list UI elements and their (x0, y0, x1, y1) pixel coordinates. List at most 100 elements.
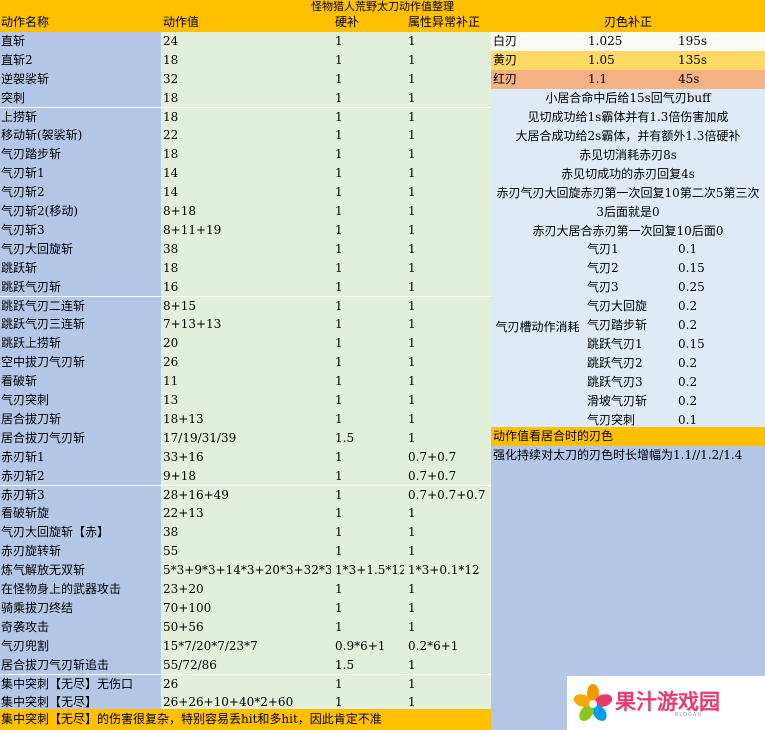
hitzone-mod: 1 (331, 88, 404, 108)
hitzone-mod: 1 (331, 523, 404, 543)
gauge-row: 跳跃气刃2 0.2 (491, 354, 765, 373)
motion-name: 赤刃斩1 (0, 447, 161, 467)
table-row: 气刃斩2 14 1 1 (0, 183, 491, 202)
table-row: 直斩 24 1 1 (0, 31, 491, 51)
hitzone-mod: 0.9*6+1 (331, 636, 404, 656)
motion-value: 14 (161, 164, 331, 184)
motion-name: 气刃斩2(移动) (0, 202, 161, 221)
gauge-move-name: 跳跃气刃2 (587, 356, 643, 370)
gauge-move-cost: 0.15 (678, 261, 705, 275)
motion-value: 28+16+49 (161, 485, 331, 505)
motion-value: 18 (161, 145, 331, 165)
table-row: 骑乘拔刀终结 70+100 1 1 (0, 598, 491, 618)
status-mod: 1 (404, 126, 491, 146)
motion-name: 跳跃气刃斩 (0, 277, 161, 297)
table-row: 气刃突刺 13 1 1 (0, 391, 491, 410)
table-row: 赤刃旋转斩 55 1 1 (0, 542, 491, 562)
hitzone-mod: 1 (331, 239, 404, 259)
notes-list: 小居合命中后给15s回气刃buff 见切成功给1s霸体并有1.3倍伤害加成 大居合成… (491, 89, 765, 241)
hitzone-mod: 1.5 (331, 655, 404, 675)
blade-color-header: 刃色补正 (491, 13, 765, 32)
status-mod: 1 (404, 69, 491, 89)
blade-duration: 195s (678, 34, 708, 48)
hitzone-mod: 1 (331, 145, 404, 165)
table-row: 气刃斩1 14 1 1 (0, 164, 491, 184)
motion-value: 18 (161, 88, 331, 108)
motion-name: 移动斩(袈裟斩) (0, 126, 161, 146)
note-item: 赤见切消耗赤刃8s (579, 148, 677, 162)
motion-value: 50+56 (161, 617, 331, 637)
motion-name: 空中拔刀气刃斩 (0, 353, 161, 373)
hitzone-mod: 1 (331, 372, 404, 391)
motion-name: 奇袭攻击 (0, 617, 161, 637)
blade-name: 白刃 (493, 34, 518, 48)
status-mod: 1 (404, 372, 491, 391)
motion-name: 赤刃旋转斩 (0, 542, 161, 562)
motion-name: 赤刃斩2 (0, 466, 161, 486)
table-row: 气刃斩3 8+11+19 1 1 (0, 220, 491, 240)
gauge-row: 气刃踏步斩 0.2 (491, 316, 765, 335)
gauge-row: 跳跃气刃3 0.2 (491, 373, 765, 392)
table-row: 看破斩 11 1 1 (0, 372, 491, 391)
motion-value: 18 (161, 258, 331, 278)
hitzone-mod: 1 (331, 69, 404, 89)
hitzone-mod: 1 (331, 183, 404, 202)
motion-value: 22+13 (161, 504, 331, 524)
motion-name: 气刃兜割 (0, 636, 161, 656)
motion-value: 55/72/86 (161, 655, 331, 675)
motion-value: 9+18 (161, 466, 331, 486)
status-mod: 1 (404, 655, 491, 675)
hitzone-mod: 1 (331, 447, 404, 467)
motion-name: 看破斩 (0, 372, 161, 391)
motion-name: 气刃突刺 (0, 391, 161, 410)
motion-name: 居合拔刀气刃斩追击 (0, 655, 161, 675)
motion-value: 8+18 (161, 202, 331, 221)
gauge-move-name: 气刃3 (587, 280, 619, 294)
status-mod: 1 (404, 542, 491, 562)
hitzone-mod: 1 (331, 258, 404, 278)
hitzone-mod: 1*3+1.5*12 (331, 561, 407, 580)
gauge-move-cost: 0.1 (678, 242, 698, 256)
gauge-move-name: 气刃1 (587, 242, 619, 256)
motion-name: 气刃大回旋斩【赤】 (0, 523, 161, 543)
motion-value: 20 (161, 334, 331, 354)
hitzone-mod: 1 (331, 617, 404, 637)
spirit-gauge-cost-table: 气刃槽动作消耗 气刃1 0.1 气刃2 0.15 气刃3 0.25 气刃大回旋 0.2 气刃踏步… (491, 240, 765, 430)
table-row: 奇袭攻击 50+56 1 1 (0, 617, 491, 637)
table-row: 上捞斩 18 1 1 (0, 107, 491, 127)
motion-name: 看破斩旋 (0, 504, 161, 524)
table-row: 看破斩旋 22+13 1 1 (0, 504, 491, 524)
hitzone-mod: 1 (331, 296, 404, 316)
hitzone-mod: 1 (331, 31, 404, 51)
status-mod: 1 (404, 258, 491, 278)
blade-duration: 45s (678, 72, 700, 86)
motion-name: 直斩 (0, 31, 161, 51)
motion-name: 直斩2 (0, 50, 161, 70)
motion-name: 跳跃上捞斩 (0, 334, 161, 354)
hitzone-mod: 1.5 (331, 428, 404, 448)
blade-duration: 135s (678, 53, 708, 67)
hitzone-mod: 1 (331, 598, 404, 618)
hitzone-mod-header: 硬补 (331, 13, 404, 32)
motion-value: 18 (161, 50, 331, 70)
motion-name: 跳跃气刃二连斩 (0, 296, 161, 316)
motion-name: 突刺 (0, 88, 161, 108)
motion-name: 气刃斩3 (0, 220, 161, 240)
status-mod: 1 (404, 598, 491, 618)
status-mod: 1*3+0.1*12 (404, 561, 491, 580)
hitzone-mod: 1 (331, 126, 404, 146)
gauge-move-name: 跳跃气刃1 (587, 337, 643, 351)
gauge-move-name: 气刃2 (587, 261, 619, 275)
table-row: 居合拔刀斩 18+13 1 1 (0, 409, 491, 429)
table-row: 赤刃斩1 33+16 1 0.7+0.7 (0, 447, 491, 467)
table-row: 居合拔刀气刃斩 17/19/31/39 1.5 1 (0, 428, 491, 448)
table-row: 逆袈裟斩 32 1 1 (0, 69, 491, 89)
gauge-row: 气刃3 0.25 (491, 278, 765, 297)
motion-name: 在怪物身上的武器攻击 (0, 580, 161, 599)
hitzone-mod: 1 (331, 315, 404, 335)
table-row: 直斩2 18 1 1 (0, 50, 491, 70)
status-mod: 1 (404, 31, 491, 51)
gauge-move-cost: 0.25 (678, 280, 705, 294)
motion-value: 18+13 (161, 409, 331, 429)
motion-value: 14 (161, 183, 331, 202)
